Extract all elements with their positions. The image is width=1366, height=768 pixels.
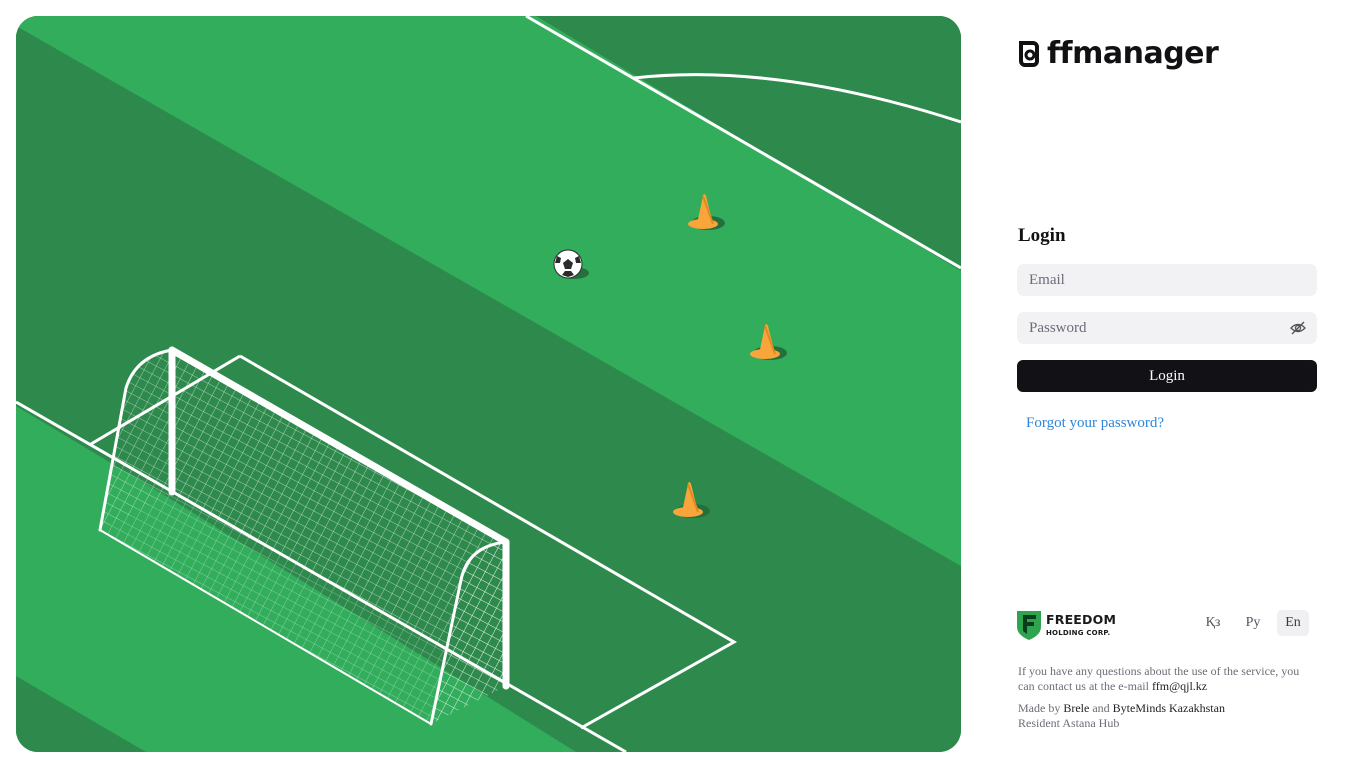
eye-off-icon[interactable] — [1290, 320, 1306, 336]
freedom-line1: FREEDOM — [1046, 612, 1117, 628]
and-text: and — [1089, 701, 1113, 715]
login-button[interactable]: Login — [1017, 360, 1317, 392]
byteminds-link[interactable]: ByteMinds Kazakhstan — [1113, 701, 1225, 715]
freedom-logo: FREEDOM HOLDING CORP. — [1017, 611, 1116, 640]
brele-link[interactable]: Brele — [1063, 701, 1089, 715]
contact-email-link[interactable]: ffm@qjl.kz — [1152, 679, 1207, 693]
made-by-prefix: Made by — [1018, 701, 1064, 715]
credits: Made by Brele and ByteMinds Kazakhstan R… — [1018, 701, 1318, 731]
pitch-illustration — [16, 16, 961, 752]
contact-info: If you have any questions about the use … — [1018, 664, 1318, 694]
lang-en[interactable]: En — [1277, 610, 1309, 636]
password-input[interactable] — [1017, 312, 1317, 344]
forgot-password-link[interactable]: Forgot your password? — [1026, 415, 1164, 432]
hero-illustration — [16, 16, 961, 752]
email-field[interactable] — [1017, 264, 1317, 296]
language-switcher: Қз Ру En — [1197, 610, 1309, 636]
resident-text: Resident Astana Hub — [1018, 716, 1120, 730]
ffmanager-logo-icon — [1019, 41, 1039, 67]
password-field[interactable] — [1017, 312, 1317, 344]
brand-logo: ffmanager — [1017, 36, 1219, 71]
brand-name: ffmanager — [1047, 36, 1219, 71]
login-panel: ffmanager Login Login Forgot your passwo… — [1017, 0, 1317, 768]
lang-ru[interactable]: Ру — [1237, 610, 1269, 636]
lang-kz[interactable]: Қз — [1197, 610, 1229, 636]
freedom-line2: HOLDING CORP. — [1046, 628, 1111, 637]
email-input[interactable] — [1017, 264, 1317, 296]
freedom-logo-icon — [1017, 611, 1041, 640]
login-title: Login — [1018, 225, 1066, 246]
